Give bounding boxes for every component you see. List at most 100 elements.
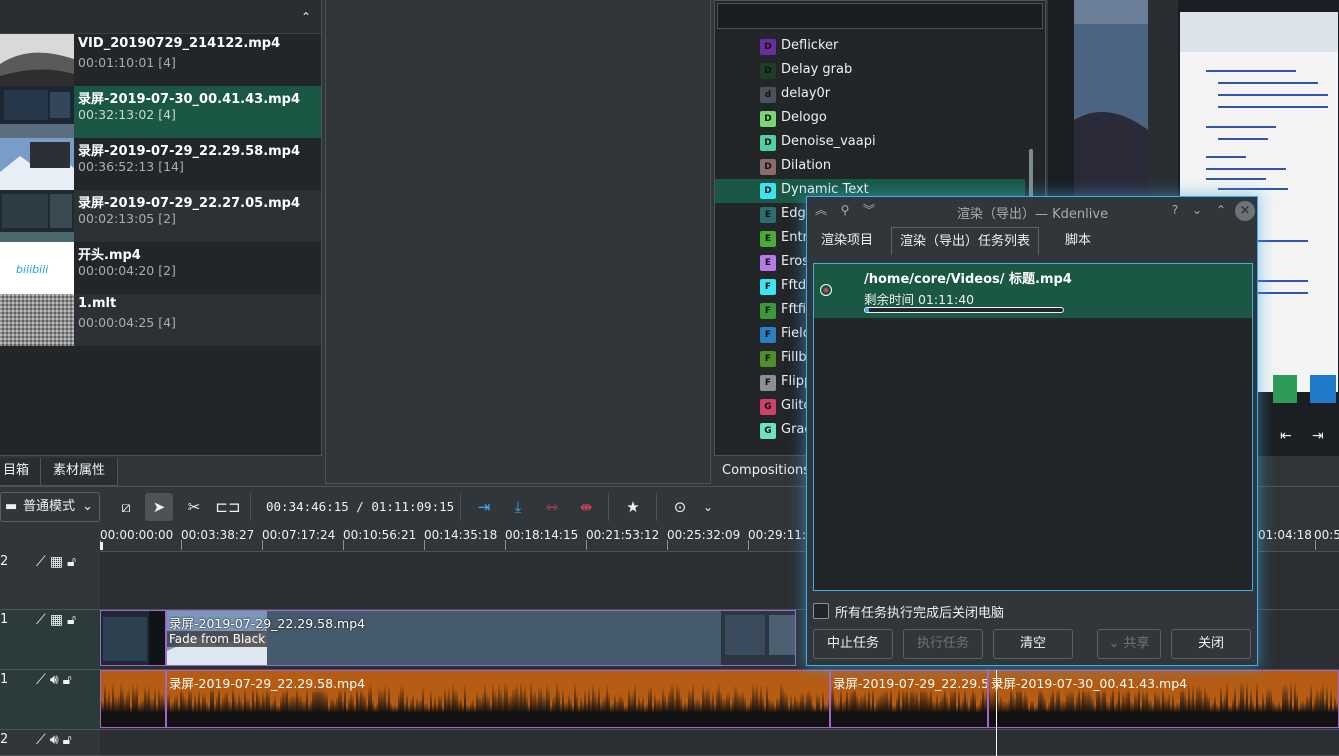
job-output-path: /home/core/Videos/ 标题.mp4 xyxy=(864,272,1072,287)
lift-icon[interactable]: ⇼ xyxy=(572,493,600,521)
razor-tool-icon[interactable]: ✂ xyxy=(180,493,208,521)
speaker-icon[interactable]: 🔊︎ xyxy=(50,672,63,688)
effect-item[interactable]: D Delay grab xyxy=(715,59,1025,83)
tab-scripts[interactable]: 脚本 xyxy=(1057,227,1099,255)
ruler-label: 01:04:18 xyxy=(1258,528,1312,542)
film-icon[interactable]: ▦ xyxy=(50,554,67,570)
clip-duration: 00:36:52:13 [14] xyxy=(78,159,184,174)
effect-item[interactable]: d delay0r xyxy=(715,83,1025,107)
lock-icon[interactable]: 🔓︎ xyxy=(67,554,80,570)
slip-tool-icon[interactable]: ⊏⊐ xyxy=(214,493,242,521)
maximize-icon[interactable]: ⌃ xyxy=(1213,202,1229,218)
ruler-label: 00:25:32:09 xyxy=(667,528,741,542)
clip-duration: 00:00:04:20 [2] xyxy=(78,263,176,278)
insert-icon[interactable]: ⇥ xyxy=(470,493,498,521)
ruler-label: 00:10:56:21 xyxy=(343,528,417,542)
bin-clip-row[interactable]: 1.mlt 00:00:04:25 [4] xyxy=(0,294,321,346)
bin-clip-row[interactable]: 录屏-2019-07-29_22.27.05.mp4 00:02:13:05 [… xyxy=(0,190,321,242)
track-controls: ⟋🔊︎🔓︎ xyxy=(36,732,76,748)
preview-render-icon[interactable]: ⊙ xyxy=(666,493,694,521)
effect-item[interactable]: D Dilation xyxy=(715,155,1025,179)
lock-icon[interactable]: 🔓︎ xyxy=(63,672,76,688)
chevron-down-icon: ⌄ xyxy=(82,499,93,514)
track-a2[interactable] xyxy=(100,730,1339,756)
pin-icon[interactable]: ⚲ xyxy=(837,202,853,218)
video-clip[interactable]: 录屏-2019-07-29_22.29.58.mp4 Fade from Bla… xyxy=(166,610,796,666)
close-icon[interactable]: × xyxy=(1235,201,1255,221)
bin-clip-row[interactable]: bilibili 开头.mp4 00:00:04:20 [2] xyxy=(0,242,321,294)
close-button[interactable]: 关闭 xyxy=(1171,629,1251,659)
effect-item[interactable]: D Delogo xyxy=(715,107,1025,131)
track-header-a2[interactable]: 2 ⟋🔊︎🔓︎ xyxy=(0,730,100,756)
audio-clip[interactable] xyxy=(100,670,166,728)
toolbar-separator xyxy=(608,493,609,521)
selection-tool-icon[interactable]: ➤ xyxy=(145,493,173,521)
effects-search-input[interactable] xyxy=(717,3,1043,29)
job-progress-bar xyxy=(864,307,1064,313)
film-icon[interactable]: ▦ xyxy=(50,612,67,628)
effects-wand-icon[interactable]: ⟋ xyxy=(36,672,50,688)
keep-below-icon[interactable]: ︾ xyxy=(861,202,877,218)
speaker-icon[interactable]: 🔊︎ xyxy=(50,732,63,748)
track-header-a1[interactable]: 1 ⟋🔊︎🔓︎ xyxy=(0,670,100,730)
dialog-titlebar[interactable]: ︽ ⚲ ︾ 渲染（导出）— Kdenlive ? ⌄ ⌃ × xyxy=(807,197,1257,225)
effects-scrollbar[interactable] xyxy=(1029,149,1033,199)
tab-compositions[interactable]: Compositions xyxy=(714,458,818,484)
render-job-row[interactable]: /home/core/Videos/ 标题.mp4 剩余时间 01:11:40 xyxy=(814,264,1252,318)
extract-icon[interactable]: ⇿ xyxy=(538,493,566,521)
effect-label: Deflicker xyxy=(781,38,839,53)
ruler-label: 00:18:14:15 xyxy=(505,528,579,542)
audio-clip[interactable]: 录屏-2019-07-29_22.29.58.mp4 xyxy=(166,670,830,728)
effects-wand-icon[interactable]: ⟋ xyxy=(36,732,50,748)
share-button[interactable]: ⌄ 共享 xyxy=(1097,629,1161,659)
effects-wand-icon[interactable]: ⟋ xyxy=(36,612,50,628)
audio-clip[interactable]: 录屏-2019-07-29_22.29.5 xyxy=(830,670,988,728)
record-status-icon xyxy=(820,284,832,296)
ruler-label: 00:03:38:27 xyxy=(181,528,255,542)
ruler-label: 00:29:11:0 xyxy=(748,528,814,542)
effect-item[interactable]: D Denoise_vaapi xyxy=(715,131,1025,155)
clear-button[interactable]: 清空 xyxy=(993,629,1073,659)
bin-clip-row[interactable]: 录屏-2019-07-29_22.29.58.mp4 00:36:52:13 [… xyxy=(0,138,321,190)
effect-category-icon: F xyxy=(760,279,776,295)
chevron-up-icon[interactable]: ⌃ xyxy=(299,10,313,24)
minimize-icon[interactable]: ⌄ xyxy=(1189,202,1205,218)
track-header-v1[interactable]: 1 ⟋▦🔓︎ xyxy=(0,610,100,670)
track-header-v2[interactable]: 2 ⟋▦🔓︎ xyxy=(0,552,100,610)
effects-wand-icon[interactable]: ⟋ xyxy=(36,554,50,570)
shutdown-checkbox[interactable] xyxy=(813,603,829,619)
chevron-down-icon[interactable]: ⌄ xyxy=(694,493,722,521)
audio-waveform xyxy=(101,681,165,727)
tab-clip-properties[interactable]: 素材属性 xyxy=(40,458,119,486)
help-icon[interactable]: ? xyxy=(1167,202,1183,218)
audio-clip[interactable]: 录屏-2019-07-30_00.41.43.mp4 xyxy=(988,670,1339,728)
lock-icon[interactable]: 🔓︎ xyxy=(67,612,80,628)
start-job-button[interactable]: 执行任务 xyxy=(903,629,983,659)
favorite-star-icon[interactable]: ★ xyxy=(619,493,647,521)
playhead-marker[interactable] xyxy=(100,542,103,550)
effect-item[interactable]: D Deflicker xyxy=(715,35,1025,59)
lock-icon[interactable]: 🔓︎ xyxy=(63,732,76,748)
abort-job-button[interactable]: 中止任务 xyxy=(813,629,893,659)
track-number: 1 xyxy=(0,672,9,687)
clip-duration: 00:02:13:05 [2] xyxy=(78,211,176,226)
tab-render-job-list[interactable]: 渲染（导出）任务列表 xyxy=(891,227,1040,255)
job-remaining-time: 剩余时间 01:11:40 xyxy=(864,292,975,307)
keep-above-icon[interactable]: ︽ xyxy=(813,202,829,218)
effect-category-icon: E xyxy=(760,207,776,223)
spacer-tool-icon[interactable]: ⧄ xyxy=(112,493,140,521)
track-a1[interactable]: 录屏-2019-07-29_22.29.58.mp4 录屏-2019-07-29… xyxy=(100,670,1339,730)
effect-label: Fftfi xyxy=(781,302,807,317)
tab-project-bin[interactable]: 目箱 xyxy=(0,458,43,486)
playhead-line[interactable] xyxy=(996,670,997,756)
bin-clip-row[interactable]: 录屏-2019-07-30_00.41.43.mp4 00:32:13:02 [… xyxy=(0,86,321,138)
overwrite-icon[interactable]: ⤓ xyxy=(504,493,532,521)
ruler-tick xyxy=(262,540,263,550)
ruler-tick xyxy=(181,540,182,550)
edit-mode-select[interactable]: ▬ 普通模式 ⌄ xyxy=(0,492,100,522)
video-clip[interactable] xyxy=(100,610,166,666)
bin-clip-row[interactable]: VID_20190729_214122.mp4 00:01:10:01 [4] xyxy=(0,34,321,86)
effect-label: Denoise_vaapi xyxy=(781,134,876,149)
effect-category-icon: D xyxy=(760,183,776,199)
tab-render-project[interactable]: 渲染项目 xyxy=(813,227,881,255)
